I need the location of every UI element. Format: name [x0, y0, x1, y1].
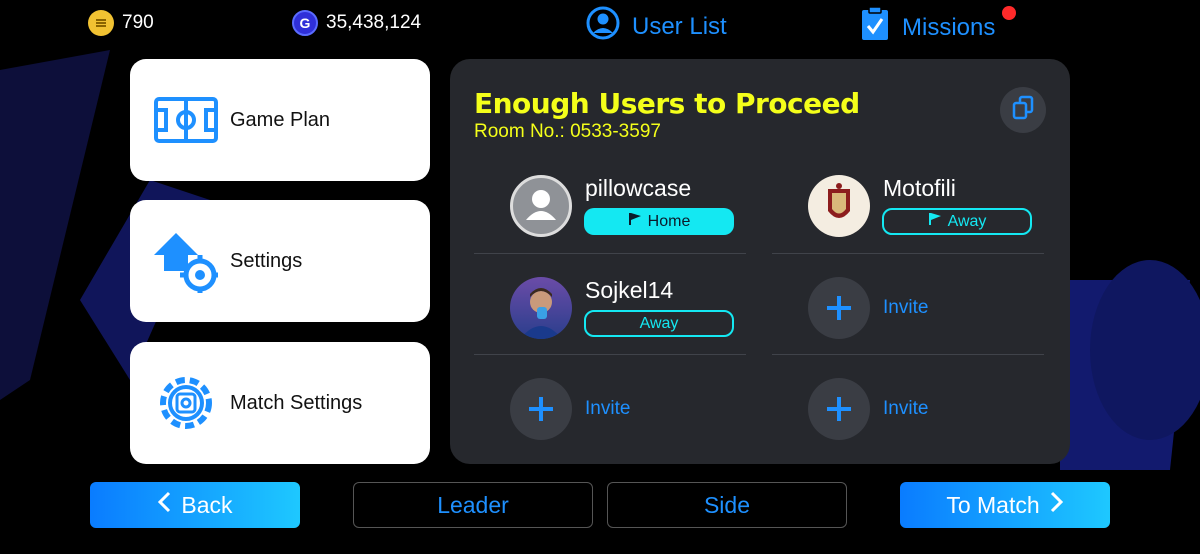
chevron-right-icon: [1050, 491, 1064, 519]
game-plan-label: Game Plan: [230, 108, 331, 131]
player-slot[interactable]: Motofili Away: [772, 155, 1044, 255]
invite-label: Invite: [585, 398, 631, 419]
invite-label: Invite: [883, 398, 929, 419]
user-list-link[interactable]: User List: [586, 6, 727, 47]
leader-button[interactable]: Leader: [353, 482, 593, 528]
to-match-label: To Match: [946, 491, 1040, 518]
room-number: Room No.: 0533-3597: [474, 121, 661, 142]
side-label: Side: [703, 491, 751, 518]
top-bar: 790 G 35,438,124 User List Missions: [0, 0, 1200, 48]
settings-label: Settings: [230, 249, 303, 272]
side-badge-away: Away: [584, 310, 734, 337]
plus-icon: [510, 378, 572, 440]
gp-counter: G 35,438,124: [292, 10, 421, 36]
player-name: Motofili: [883, 175, 956, 201]
player-name: Sojkel14: [585, 277, 674, 303]
back-label: Back: [181, 491, 233, 518]
to-match-button[interactable]: To Match: [900, 482, 1110, 528]
invite-slot[interactable]: Invite: [772, 358, 1044, 458]
room-status-title: Enough Users to Proceed: [474, 87, 860, 120]
side-label: Home: [647, 212, 691, 230]
settings-card[interactable]: Settings: [130, 200, 430, 322]
side-button[interactable]: Side: [607, 482, 847, 528]
player-name: pillowcase: [585, 175, 692, 201]
player-photo-avatar: [510, 277, 572, 339]
flag-icon: [928, 212, 942, 231]
chevron-left-icon: [157, 491, 171, 519]
divider: [772, 253, 1044, 254]
coin-icon: [88, 10, 114, 36]
game-plan-card[interactable]: Game Plan: [130, 59, 430, 181]
side-badge-away: Away: [882, 208, 1032, 235]
invite-slot[interactable]: Invite: [474, 358, 746, 458]
clipboard-check-icon: [860, 6, 890, 49]
invite-slot[interactable]: Invite: [772, 257, 1044, 357]
coins-counter: 790: [88, 10, 154, 36]
coins-value: 790: [122, 12, 154, 33]
player-slot[interactable]: pillowcase Home: [474, 155, 746, 255]
gp-value: 35,438,124: [326, 12, 422, 33]
club-crest-avatar: [808, 175, 870, 237]
side-label: Away: [947, 212, 987, 230]
divider: [474, 354, 746, 355]
gp-icon: G: [292, 10, 318, 36]
divider: [772, 354, 1044, 355]
flag-icon: [628, 212, 642, 231]
missions-link[interactable]: Missions: [860, 6, 995, 49]
side-label: Away: [639, 314, 679, 332]
divider: [474, 253, 746, 254]
plus-icon: [808, 378, 870, 440]
user-list-label: User List: [632, 12, 727, 40]
missions-label: Missions: [902, 13, 996, 41]
match-settings-card[interactable]: Match Settings: [130, 342, 430, 464]
copy-icon: [1011, 95, 1035, 126]
room-panel: Enough Users to Proceed Room No.: 0533-3…: [450, 59, 1070, 464]
player-slot[interactable]: Sojkel14 Away: [474, 257, 746, 357]
invite-label: Invite: [883, 297, 929, 318]
back-button[interactable]: Back: [90, 482, 300, 528]
settings-icon: [150, 225, 222, 297]
leader-label: Leader: [437, 491, 509, 518]
notification-dot: [1002, 6, 1016, 20]
match-settings-icon: [150, 367, 222, 439]
default-avatar-icon: [510, 175, 572, 237]
user-circle-icon: [586, 6, 620, 47]
side-badge-home: Home: [584, 208, 734, 235]
match-settings-label: Match Settings: [230, 391, 363, 414]
game-plan-icon: [150, 84, 222, 156]
plus-icon: [808, 277, 870, 339]
copy-room-button[interactable]: [1000, 87, 1046, 133]
